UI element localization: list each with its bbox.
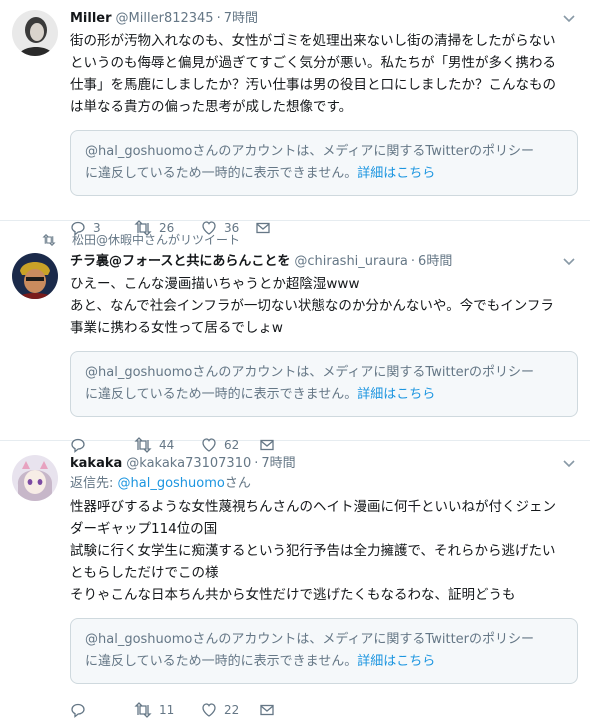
withheld-media-notice: @hal_goshuomoさんのアカウントは、メディアに関するTwitterのポ…: [70, 130, 578, 196]
tweet-header: チラ裏@フォースと共にあらんことを @chirashi_uraura · 6時間: [70, 253, 578, 271]
retweet-button[interactable]: 11: [134, 702, 201, 718]
tweet-text-line: 仕事」を馬鹿にしましたか？汚い仕事は男の役目と口にしましたか？こんなもの: [70, 77, 556, 93]
withheld-media-notice: @hal_goshuomoさんのアカウントは、メディアに関するTwitterのポ…: [70, 351, 578, 417]
learn-more-link[interactable]: 詳細はこちら: [357, 166, 435, 181]
notice-text: に違反しているため一時的に表示できません。: [85, 166, 358, 181]
tweet[interactable]: kakaka @kakaka73107310 · 7時間 返信先: @hal_g…: [0, 441, 590, 718]
learn-more-link[interactable]: 詳細はこちら: [357, 387, 435, 402]
timestamp[interactable]: 7時間: [261, 455, 295, 473]
heart-icon: [202, 703, 216, 717]
tweet-text-line: 街の形が汚物入れなのも、女性がゴミを処理出来ないし街の清掃をしたがらない: [70, 33, 556, 49]
retweeted-by-line: 松田@休暇中さんがリツイート: [42, 231, 240, 248]
notice-text: @hal_goshuomoさんのアカウントは、メディアに関するTwitterのポ…: [85, 365, 535, 380]
user-handle[interactable]: @chirashi_uraura: [294, 253, 408, 271]
retweeted-by-text[interactable]: 松田@休暇中さんがリツイート: [72, 231, 240, 248]
reply-context-suffix: さん: [224, 476, 251, 491]
retweet-icon: [134, 702, 152, 718]
tweet[interactable]: 松田@休暇中さんがリツイート チラ裏@フォースと共にあらんことを @chiras…: [0, 221, 590, 453]
tweet-text: ひえー、こんな漫画描いちゃうとか超陰湿www あと、なんで社会インフラが一切ない…: [70, 273, 578, 339]
direct-message-button[interactable]: [259, 702, 275, 718]
timestamp[interactable]: 6時間: [418, 253, 452, 271]
user-handle[interactable]: @kakaka73107310: [126, 455, 251, 473]
notice-text: @hal_goshuomoさんのアカウントは、メディアに関するTwitterのポ…: [85, 144, 535, 159]
like-button[interactable]: 22: [201, 702, 259, 718]
notice-text: に違反しているため一時的に表示できません。: [85, 387, 358, 402]
tweet-text: 街の形が汚物入れなのも、女性がゴミを処理出来ないし街の清掃をしたがらない という…: [70, 30, 578, 118]
reply-button[interactable]: [70, 702, 134, 718]
notice-text: @hal_goshuomoさんのアカウントは、メディアに関するTwitterのポ…: [85, 632, 535, 647]
chevron-down-icon[interactable]: [562, 12, 576, 26]
like-count: 22: [224, 703, 240, 717]
reply-icon: [71, 703, 85, 718]
retweet-count: 11: [159, 703, 175, 717]
tweet-header: Miller @Miller812345 · 7時間: [70, 10, 578, 28]
reply-mention-link[interactable]: @hal_goshuomo: [118, 476, 225, 491]
separator-dot: ·: [254, 456, 259, 471]
display-name[interactable]: kakaka: [70, 455, 122, 473]
avatar[interactable]: [12, 253, 58, 299]
notice-text: に違反しているため一時的に表示できません。: [85, 654, 358, 669]
separator-dot: ·: [410, 254, 416, 269]
learn-more-link[interactable]: 詳細はこちら: [357, 654, 435, 669]
display-name[interactable]: チラ裏@フォースと共にあらんことを: [70, 253, 290, 271]
display-name[interactable]: Miller: [70, 10, 112, 28]
tweet-text-line: というのも侮辱と偏見が過ぎてすごく気分が悪い。私たちが「男性が多く携わる: [70, 55, 556, 71]
tweet-text-line: 事業に携わる女性って居るでしょw: [70, 320, 283, 336]
avatar[interactable]: [12, 455, 58, 501]
withheld-media-notice: @hal_goshuomoさんのアカウントは、メディアに関するTwitterのポ…: [70, 618, 578, 684]
user-handle[interactable]: @Miller812345: [116, 10, 214, 28]
tweet-header: kakaka @kakaka73107310 · 7時間: [70, 455, 578, 473]
tweet-text-line: は単なる貴方の偏った思考が成した想像です。: [70, 99, 353, 115]
reply-context-prefix: 返信先:: [70, 476, 118, 491]
tweet-text-line: ひえー、こんな漫画描いちゃうとか超陰湿www: [70, 276, 360, 292]
tweet-text-line: そりゃこんな日本ちん共から女性だけで逃げたくもなるわな、証明どうも: [70, 587, 516, 603]
timeline: Miller @Miller812345 · 7時間 街の形が汚物入れなのも、女…: [0, 0, 590, 718]
reply-context: 返信先: @hal_goshuomoさん: [70, 474, 578, 494]
tweet-text-line: ともらしただけでこの様: [70, 565, 219, 581]
tweet-text: 性器呼びするような女性蔑視ちんさんのヘイト漫画に何千といいねが付くジェン ダーギ…: [70, 496, 578, 606]
chevron-down-icon[interactable]: [562, 457, 576, 471]
message-icon: [260, 704, 274, 716]
tweet-actions: 11 22: [70, 692, 578, 718]
avatar[interactable]: [12, 10, 58, 56]
tweet-text-line: 性器呼びするような女性蔑視ちんさんのヘイト漫画に何千といいねが付くジェン: [70, 499, 556, 515]
tweet[interactable]: Miller @Miller812345 · 7時間 街の形が汚物入れなのも、女…: [0, 0, 590, 236]
separator-dot: ·: [216, 11, 221, 26]
retweet-icon: [42, 233, 56, 246]
tweet-text-line: 試験に行く女学生に痴漢するという犯行予告は全力擁護で、それらから逃げたい: [70, 543, 556, 559]
chevron-down-icon[interactable]: [562, 255, 576, 269]
tweet-text-line: あと、なんで社会インフラが一切ない状態なのか分かんないや。今でもインフラ: [70, 298, 554, 314]
tweet-text-line: ダーギャップ114位の国: [70, 521, 218, 537]
timestamp[interactable]: 7時間: [224, 10, 258, 28]
